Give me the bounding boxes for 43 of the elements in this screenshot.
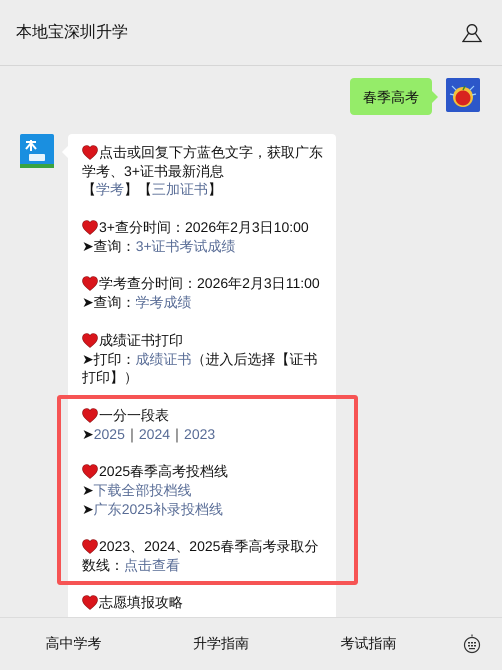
- message-text: （进入后选择【证书: [192, 350, 318, 368]
- message-text: 成绩证书打印: [99, 330, 183, 350]
- message-text: ➤查询：: [82, 293, 136, 312]
- message-link[interactable]: 2023: [184, 424, 216, 444]
- message-text: 一分一段表: [99, 406, 169, 425]
- message-text: 3+查分时间：2026年2月3日10:00: [99, 218, 309, 237]
- menu-tab[interactable]: 考试指南: [294, 627, 442, 661]
- message-text: 【: [82, 180, 96, 200]
- message-link[interactable]: 广东2025补录投档线: [94, 500, 223, 518]
- message-text: ➤打印：: [82, 350, 136, 368]
- menu-tab[interactable]: 升学指南: [147, 627, 295, 661]
- message-text: ｜: [124, 424, 139, 444]
- message-text: ｜: [170, 424, 184, 444]
- message-text: 】: [208, 180, 222, 200]
- message-text: 2025春季高考投档线: [99, 462, 228, 481]
- message-text: 学考、3+证书最新消息: [82, 162, 224, 180]
- message-text: 点击或回复下方蓝色文字，获取广东: [99, 143, 323, 162]
- message-link[interactable]: 2025: [94, 424, 125, 444]
- message-text: ➤查询：: [82, 236, 136, 256]
- message-text: 2023、2024、2025春季高考录取分: [99, 537, 318, 556]
- message-link[interactable]: 3+证书考试成绩: [136, 236, 236, 256]
- message-link[interactable]: 三加证书: [152, 180, 208, 200]
- message-text: ➤: [82, 424, 94, 444]
- message-text: 打印】）: [82, 368, 138, 387]
- message-link[interactable]: 2024: [138, 424, 170, 444]
- logo-icon: [20, 134, 54, 168]
- account-title: 本地宝深圳升学: [16, 22, 128, 43]
- sent-message: 春季高考: [350, 78, 432, 115]
- message-link[interactable]: 学考: [96, 180, 124, 200]
- message-link[interactable]: 下载全部投档线: [94, 480, 192, 500]
- keyboard-icon: [462, 634, 481, 654]
- message-link[interactable]: 学考成绩: [136, 293, 192, 312]
- bubble-tail: [432, 91, 438, 103]
- message-text: ➤: [82, 480, 94, 500]
- message-text: 志愿填报攻略: [99, 592, 183, 612]
- menu-tab[interactable]: 高中学考: [0, 627, 148, 661]
- message-link[interactable]: 成绩证书: [136, 350, 192, 368]
- message-text: 】【: [124, 180, 152, 200]
- message-text: 学考查分时间：2026年2月3日11:00: [99, 274, 320, 294]
- profile-icon[interactable]: [462, 22, 482, 42]
- message-link[interactable]: 点击查看: [124, 556, 180, 575]
- message-text: ➤: [82, 500, 94, 518]
- message-text: 数线：: [82, 556, 124, 575]
